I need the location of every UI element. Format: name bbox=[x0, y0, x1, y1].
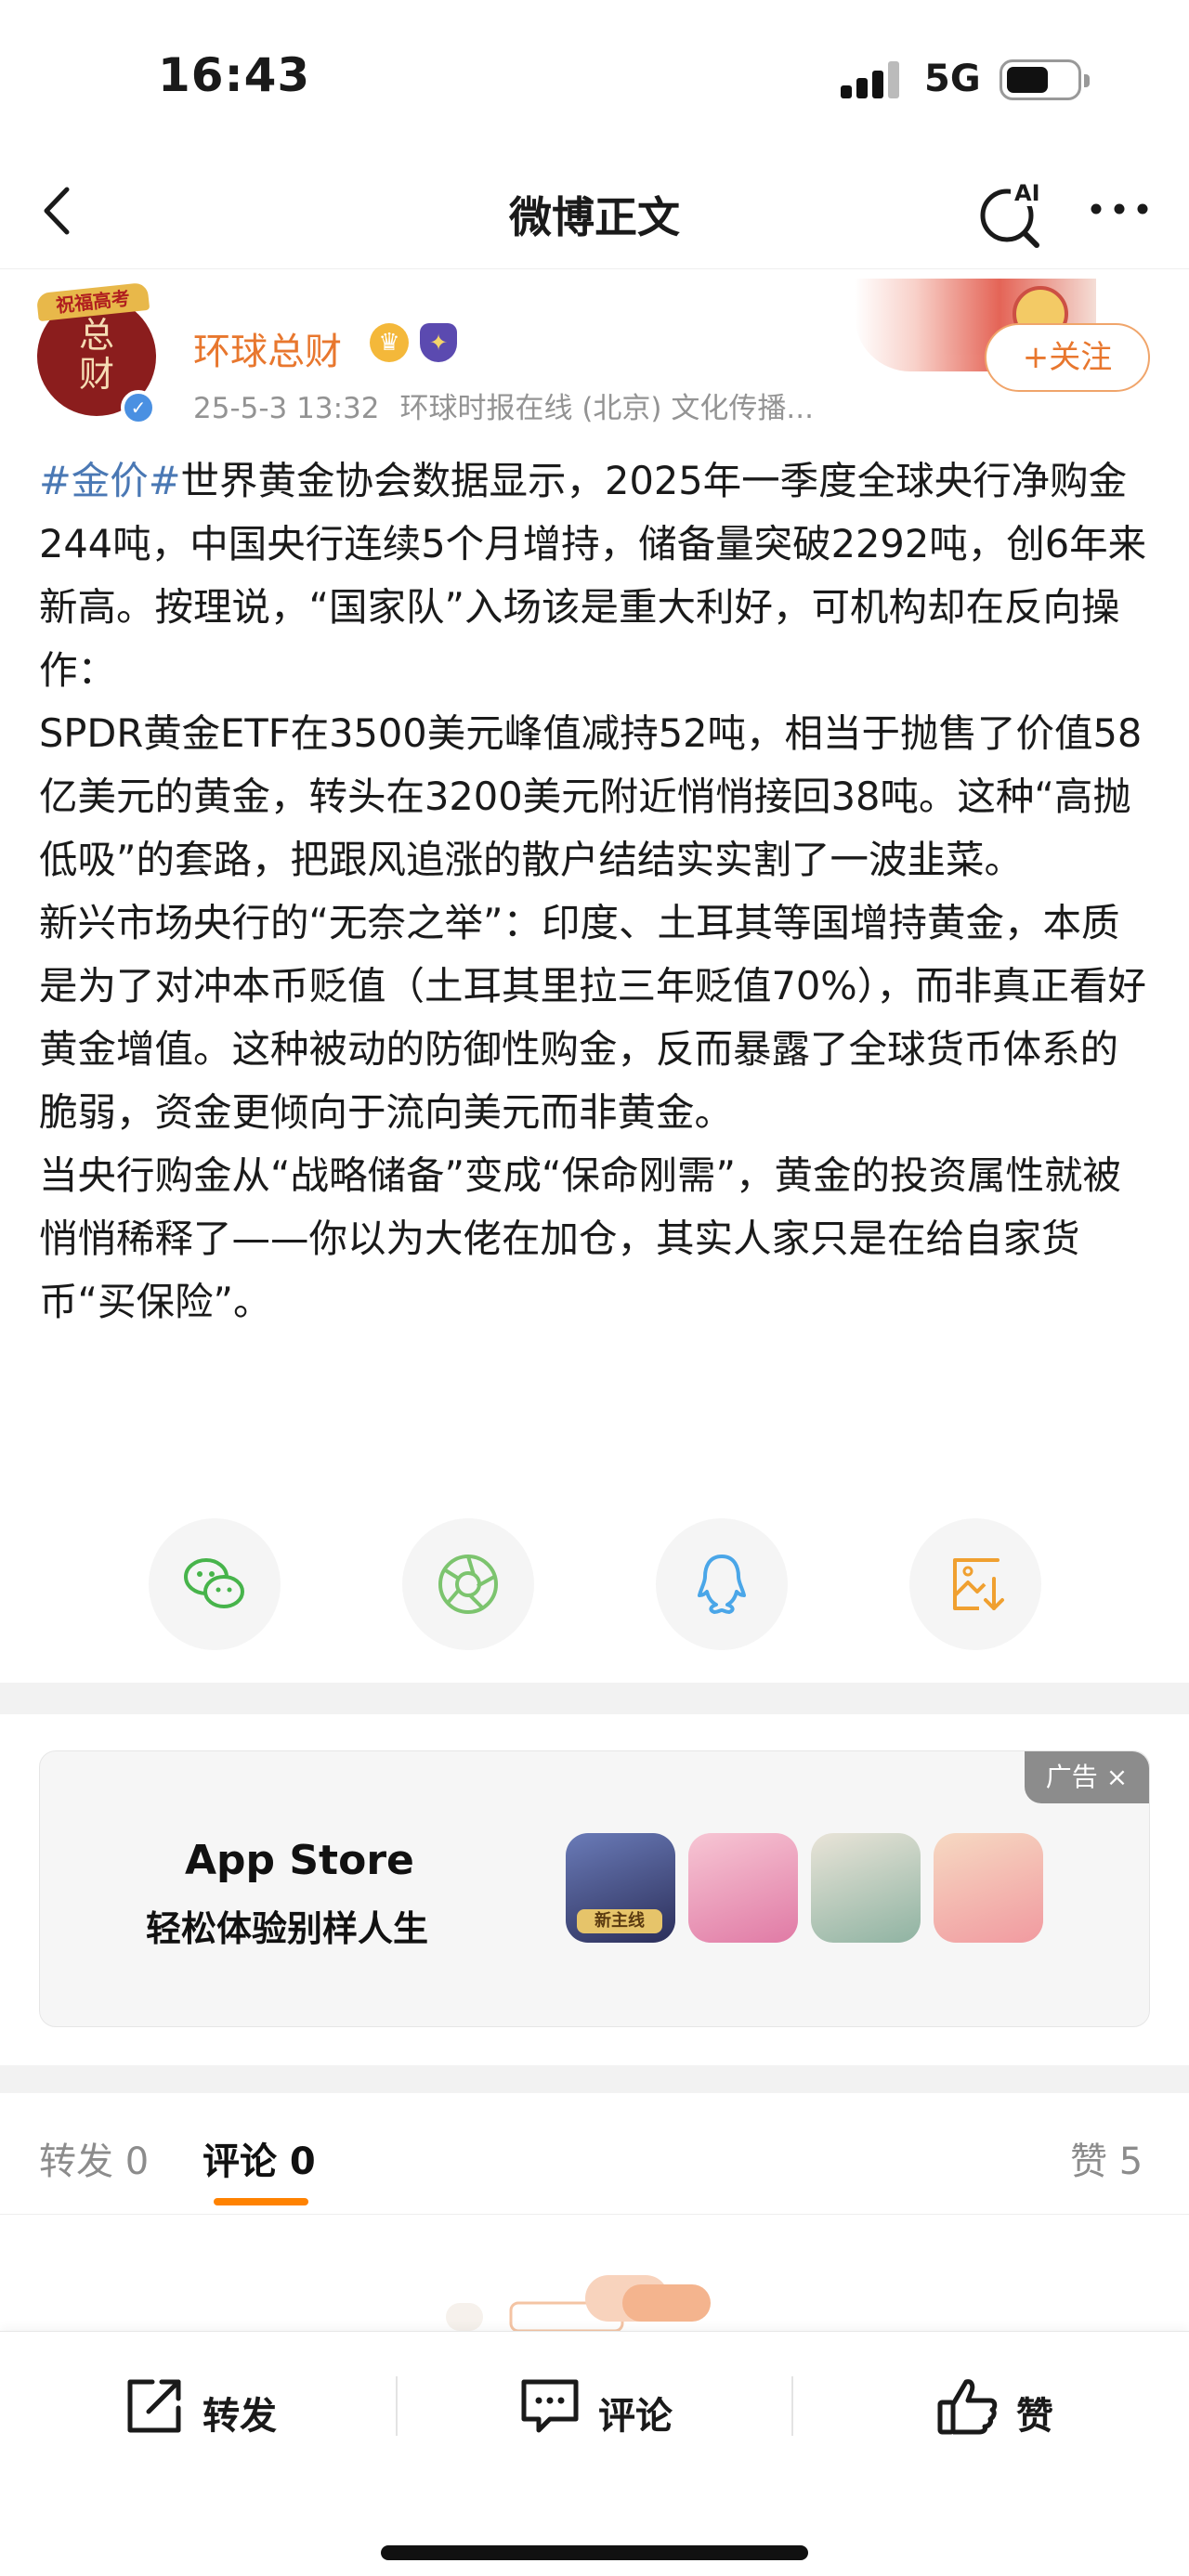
share-row bbox=[0, 1518, 1189, 1650]
more-dots-icon bbox=[1091, 203, 1148, 215]
post-meta: 25-5-3 13:32 环球时报在线 (北京) 文化传播... bbox=[193, 384, 814, 426]
battery-icon bbox=[1000, 59, 1090, 100]
nav-bar: 微博正文 AI bbox=[0, 158, 1189, 269]
ai-search-icon: AI bbox=[980, 178, 1050, 248]
bottom-action-bar: 转发 评论 赞 bbox=[0, 2331, 1189, 2576]
post-paragraph: SPDR黄金ETF在3500美元峰值减持52吨，相当于抛售了价值58亿美元的黄金… bbox=[39, 710, 1143, 882]
post-paragraph: 新兴市场央行的“无奈之举”：印度、土耳其等国增持黄金，本质是为了对冲本币贬值（土… bbox=[39, 900, 1146, 1135]
post-body: #金价#世界黄金协会数据显示，2025年一季度全球央行净购金244吨，中国央行连… bbox=[39, 449, 1154, 1334]
comment-icon bbox=[521, 2379, 579, 2433]
game-icon-3[interactable] bbox=[811, 1833, 921, 1943]
more-options-button[interactable] bbox=[1087, 190, 1152, 228]
share-qq-button[interactable] bbox=[656, 1518, 788, 1650]
interaction-tabs: 转发 0 评论 0 赞 5 bbox=[0, 2094, 1189, 2215]
verified-badge-icon: ✓ bbox=[121, 390, 156, 425]
status-time: 16:43 bbox=[158, 48, 311, 102]
home-indicator bbox=[381, 2545, 808, 2560]
ad-brand: App Store bbox=[185, 1837, 414, 1884]
wechat-icon bbox=[184, 1558, 244, 1608]
moments-icon bbox=[438, 1555, 498, 1614]
qq-icon bbox=[698, 1555, 746, 1614]
share-moments-button[interactable] bbox=[402, 1518, 534, 1650]
section-divider bbox=[0, 2065, 1189, 2093]
ad-label[interactable]: 广告 × bbox=[1025, 1751, 1149, 1803]
comment-button[interactable]: 评论 bbox=[516, 2373, 730, 2447]
game-icon-4[interactable] bbox=[934, 1833, 1043, 1943]
ad-card[interactable]: 广告 × App Store 轻松体验别样人生 新主线 bbox=[39, 1750, 1150, 2027]
like-button[interactable]: 赞 bbox=[934, 2373, 1120, 2447]
post-paragraph: 当央行购金从“战略储备”变成“保命刚需”，黄金的投资属性就被悄悄稀释了——你以为… bbox=[39, 1152, 1122, 1324]
svg-text:AI: AI bbox=[1014, 180, 1040, 206]
divider bbox=[791, 2376, 793, 2436]
divider bbox=[396, 2376, 398, 2436]
avatar-text: 总财 bbox=[78, 315, 114, 395]
empty-comments-illustration bbox=[446, 2275, 711, 2331]
network-type: 5G bbox=[924, 58, 981, 100]
follow-button[interactable]: +关注 bbox=[985, 323, 1150, 392]
author-header: 总财 祝福高考 ✓ 环球总财 ♛ ✦ 25-5-3 13:32 环球时报在线 (北… bbox=[0, 269, 1189, 427]
hashtag-link[interactable]: #金价# bbox=[39, 458, 181, 503]
active-tab-indicator bbox=[214, 2198, 308, 2205]
post-source: 环球时报在线 (北京) 文化传播... bbox=[399, 392, 814, 425]
tab-like[interactable]: 赞 5 bbox=[1070, 2131, 1143, 2185]
post-paragraph: #金价#世界黄金协会数据显示，2025年一季度全球央行净购金244吨，中国央行连… bbox=[39, 458, 1147, 693]
repost-icon bbox=[127, 2379, 181, 2433]
shield-badge-icon[interactable]: ✦ bbox=[420, 323, 457, 362]
ad-slogan: 轻松体验别样人生 bbox=[146, 1908, 429, 1949]
comment-label: 评论 bbox=[598, 2395, 673, 2438]
game-badge: 新主线 bbox=[577, 1909, 662, 1933]
tab-repost[interactable]: 转发 0 bbox=[39, 2131, 149, 2185]
save-image-icon bbox=[953, 1558, 1004, 1610]
save-image-button[interactable] bbox=[909, 1518, 1041, 1650]
game-icon-1[interactable]: 新主线 bbox=[566, 1833, 675, 1943]
post-date: 25-5-3 13:32 bbox=[193, 392, 380, 425]
signal-strength-icon bbox=[841, 61, 900, 98]
status-bar: 16:43 5G bbox=[0, 0, 1189, 158]
game-icon-2[interactable] bbox=[688, 1833, 798, 1943]
like-label: 赞 bbox=[1016, 2395, 1053, 2438]
section-divider bbox=[0, 1683, 1189, 1714]
tab-comment[interactable]: 评论 0 bbox=[203, 2131, 316, 2185]
share-wechat-button[interactable] bbox=[149, 1518, 281, 1650]
repost-button[interactable]: 转发 bbox=[121, 2373, 334, 2447]
close-icon[interactable]: × bbox=[1106, 1762, 1128, 1792]
repost-label: 转发 bbox=[203, 2395, 277, 2438]
ai-search-button[interactable]: AI bbox=[975, 175, 1050, 249]
crown-badge-icon[interactable]: ♛ bbox=[370, 323, 409, 362]
thumbs-up-icon bbox=[937, 2379, 998, 2435]
author-name[interactable]: 环球总财 bbox=[193, 321, 342, 375]
